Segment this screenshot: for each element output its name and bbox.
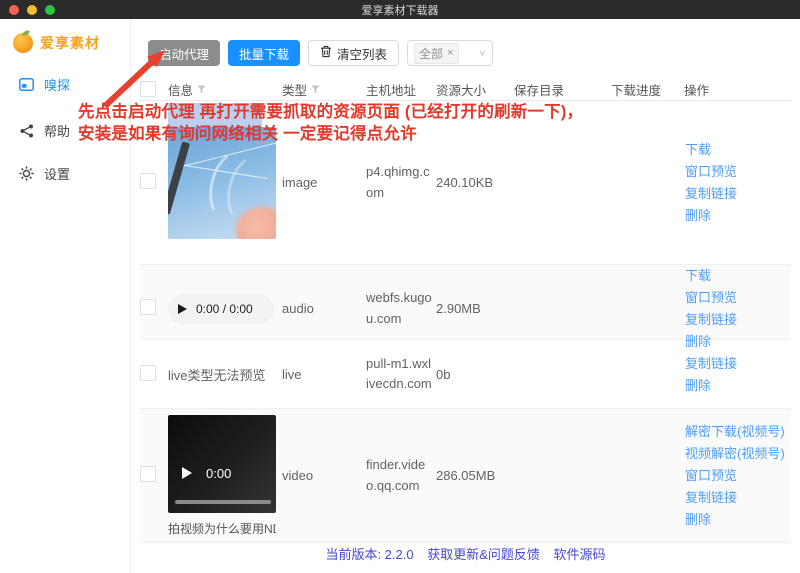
gear-icon xyxy=(19,166,34,181)
sidebar-item-settings[interactable]: 设置 xyxy=(19,164,70,183)
close-window-button[interactable] xyxy=(9,5,19,15)
delete-link[interactable]: 删除 xyxy=(685,205,791,226)
version-text: 当前版本: 2.2.0 xyxy=(325,547,414,562)
row-checkbox[interactable] xyxy=(140,466,156,482)
footer: 当前版本: 2.2.0 获取更新&问题反馈 软件源码 xyxy=(131,544,800,563)
annotation-line2: 安装是如果有询问网络相关 一定要记得点允许 xyxy=(78,125,417,143)
col-host: 主机地址 xyxy=(366,83,417,98)
cell-actions: 下载 窗口预览 复制链接 删除 xyxy=(684,139,791,226)
zoom-window-button[interactable] xyxy=(45,5,55,15)
cell-actions: 解密下载(视频号) 视频解密(视频号) 窗口预览 复制链接 删除 xyxy=(684,421,791,530)
cell-host: webfs.kugou.com xyxy=(366,290,432,326)
source-code-link[interactable]: 软件源码 xyxy=(554,547,606,562)
window-preview-link[interactable]: 窗口预览 xyxy=(685,465,791,486)
app-logo-icon xyxy=(13,33,33,53)
window-preview-link[interactable]: 窗口预览 xyxy=(685,287,791,308)
clear-list-label: 清空列表 xyxy=(337,47,388,62)
copy-link-link[interactable]: 复制链接 xyxy=(685,309,791,330)
decrypt-download-link[interactable]: 解密下载(视频号) xyxy=(685,421,791,442)
minimize-window-button[interactable] xyxy=(27,5,37,15)
annotation-arrow xyxy=(102,50,165,109)
filter-tag-label: 全部 xyxy=(419,46,444,61)
row-checkbox[interactable] xyxy=(140,173,156,189)
play-icon[interactable] xyxy=(178,303,187,314)
delete-link[interactable]: 删除 xyxy=(685,509,791,530)
chevron-down-icon: ∨ xyxy=(478,48,487,58)
sidebar-item-help[interactable]: 帮助 xyxy=(19,121,70,140)
get-update-link[interactable]: 获取更新&问题反馈 xyxy=(427,547,540,562)
video-progress-bar[interactable] xyxy=(175,499,271,504)
traffic-lights xyxy=(9,5,55,15)
cell-size: 286.05MB xyxy=(436,468,496,483)
delete-link[interactable]: 删除 xyxy=(685,375,791,396)
cell-size: 240.10KB xyxy=(436,175,494,190)
app-brand: 爱享素材 xyxy=(13,33,100,53)
cell-host: pull-m1.wxlivecdn.com xyxy=(366,355,432,391)
table-row: 0:00 / 0:00 audio webfs.kugou.com 2.90MB… xyxy=(140,265,791,349)
copy-link-link[interactable]: 复制链接 xyxy=(685,183,791,204)
row-checkbox[interactable] xyxy=(140,299,156,315)
app-brand-name: 爱享素材 xyxy=(40,35,100,51)
type-filter-select[interactable]: 全部 × ∨ xyxy=(407,40,494,66)
video-time: 0:00 xyxy=(206,465,232,481)
col-type: 类型 xyxy=(282,83,308,98)
sidebar-item-label: 帮助 xyxy=(44,124,71,139)
cell-actions: 下载 窗口预览 复制链接 删除 xyxy=(684,265,791,352)
col-progress: 下载进度 xyxy=(611,83,662,98)
cell-actions: 复制链接 删除 xyxy=(684,353,791,396)
cell-type: video xyxy=(282,468,314,483)
copy-link-link[interactable]: 复制链接 xyxy=(685,487,791,508)
toolbar: 启动代理 批量下载 清空列表 全部 × ∨ xyxy=(148,40,494,66)
cell-type: live xyxy=(282,366,302,382)
filter-funnel-icon[interactable] xyxy=(197,84,206,94)
sniffer-icon xyxy=(19,77,34,92)
clear-list-button[interactable]: 清空列表 xyxy=(308,40,400,66)
sidebar-item-label: 设置 xyxy=(44,167,71,182)
sidebar-item-label: 嗅探 xyxy=(44,78,71,93)
audio-time: 0:00 / 0:00 xyxy=(196,301,253,316)
filter-tag: 全部 × xyxy=(414,42,459,64)
row-checkbox[interactable] xyxy=(140,364,156,381)
cell-size: 0b xyxy=(436,366,451,382)
cell-type: image xyxy=(282,175,318,190)
play-icon[interactable] xyxy=(182,466,192,479)
trash-icon xyxy=(320,45,332,61)
app-window: 爱享素材下载器 爱享素材 嗅探 帮助 设置 启动代理 批量下载 清空列表 全部 … xyxy=(0,0,800,573)
delete-link[interactable]: 删除 xyxy=(685,331,791,352)
window-title: 爱享素材下载器 xyxy=(361,4,439,17)
copy-link-link[interactable]: 复制链接 xyxy=(685,353,791,374)
filter-funnel-icon[interactable] xyxy=(311,84,320,94)
cell-host: finder.video.qq.com xyxy=(366,457,426,493)
video-decrypt-link[interactable]: 视频解密(视频号) xyxy=(685,443,791,464)
cell-host: p4.qhimg.com xyxy=(366,164,430,200)
col-save-dir: 保存目录 xyxy=(514,83,565,98)
batch-download-button[interactable]: 批量下载 xyxy=(228,40,301,66)
sidebar-item-sniff[interactable]: 嗅探 xyxy=(19,75,70,94)
tag-close-icon[interactable]: × xyxy=(447,47,453,59)
col-actions: 操作 xyxy=(684,83,710,98)
audio-player[interactable]: 0:00 / 0:00 xyxy=(168,293,274,324)
titlebar: 爱享素材下载器 xyxy=(0,0,800,19)
col-size: 资源大小 xyxy=(436,83,487,98)
share-icon xyxy=(19,123,34,138)
download-link[interactable]: 下载 xyxy=(685,265,791,286)
video-player[interactable]: 0:00 xyxy=(168,414,276,513)
resource-table: 信息 类型 主机地址 资源大小 保存目录 下载进度 操作 image p4.qh… xyxy=(140,78,791,543)
video-caption: 拍视频为什么要用ND滤 xyxy=(168,521,276,536)
download-link[interactable]: 下载 xyxy=(685,139,791,160)
table-row: 0:00 拍视频为什么要用ND滤 video finder.video.qq.c… xyxy=(140,409,791,543)
window-preview-link[interactable]: 窗口预览 xyxy=(685,161,791,182)
live-no-preview-text: live类型无法预览 xyxy=(168,367,266,383)
cell-size: 2.90MB xyxy=(436,301,481,316)
cell-type: audio xyxy=(282,301,314,316)
